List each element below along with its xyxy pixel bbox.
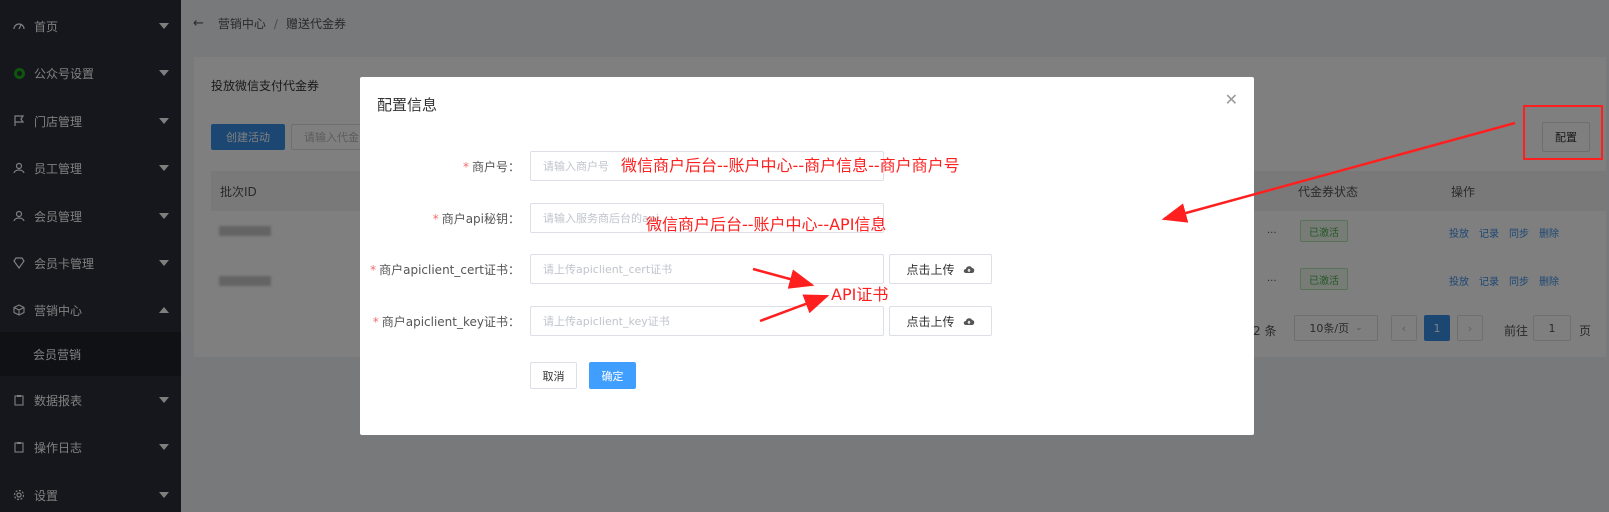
key-upload-button[interactable]: 点击上传: [889, 306, 992, 336]
cert-input[interactable]: 请上传apiclient_cert证书: [530, 254, 884, 284]
cert-upload-button[interactable]: 点击上传: [889, 254, 992, 284]
annotation-api-key: 微信商户后台--账户中心--API信息: [646, 215, 887, 234]
api-key-label: * 商户api秘钥：: [432, 212, 520, 226]
annotation-highlight-box: [1523, 105, 1603, 160]
required-mark: *: [462, 160, 469, 174]
cancel-button[interactable]: 取消: [530, 362, 577, 389]
cloud-upload-icon: [963, 317, 974, 325]
required-mark: *: [370, 263, 377, 277]
required-mark: *: [432, 212, 439, 226]
annotation-cert: API证书: [831, 285, 889, 304]
close-icon[interactable]: ✕: [1225, 90, 1238, 109]
cloud-upload-icon: [963, 265, 974, 273]
confirm-button[interactable]: 确定: [589, 362, 636, 389]
config-dialog: 配置信息 ✕ * 商户号： 请输入商户号 * 商户api秘钥： 请输入服务商后台的a…: [360, 77, 1254, 435]
upload-label: 点击上传: [906, 262, 955, 277]
key-input[interactable]: 请上传apiclient_key证书: [530, 306, 884, 336]
dialog-title: 配置信息: [377, 96, 438, 114]
upload-label: 点击上传: [906, 314, 955, 329]
merchant-id-label: * 商户号：: [462, 160, 520, 174]
annotation-merchant-id: 微信商户后台--账户中心--商户信息--商户商户号: [621, 156, 960, 175]
cert-label: * 商户apiclient_cert证书：: [370, 263, 520, 277]
key-label: * 商户apiclient_key证书：: [372, 315, 520, 329]
required-mark: *: [372, 315, 379, 329]
